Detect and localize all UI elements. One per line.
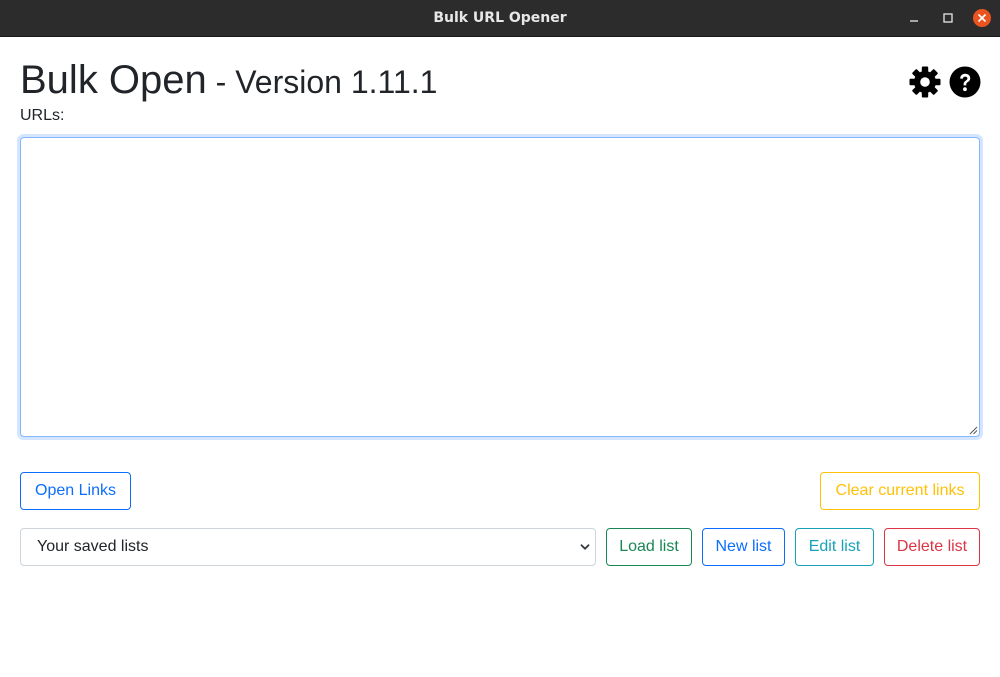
clear-links-button[interactable]: Clear current links — [820, 472, 980, 510]
load-list-button[interactable]: Load list — [606, 528, 692, 566]
question-circle-icon — [949, 66, 981, 98]
resize-grip-icon[interactable] — [968, 425, 978, 435]
version-label: Version 1.11.1 — [235, 64, 438, 100]
close-button[interactable] — [973, 9, 991, 27]
maximize-button[interactable] — [939, 9, 957, 27]
settings-button[interactable] — [909, 66, 941, 98]
open-links-button[interactable]: Open Links — [20, 472, 131, 510]
new-list-button[interactable]: New list — [702, 528, 785, 566]
window-titlebar[interactable]: Bulk URL Opener — [0, 0, 1000, 37]
minimize-icon — [910, 20, 918, 22]
saved-lists-selected: Your saved lists — [37, 538, 149, 555]
title-separator: - — [206, 64, 236, 100]
saved-lists-select[interactable]: Your saved lists — [20, 528, 596, 566]
help-button[interactable] — [949, 66, 981, 98]
delete-list-button[interactable]: Delete list — [884, 528, 980, 566]
edit-list-button[interactable]: Edit list — [795, 528, 874, 566]
urls-label: URLs: — [20, 107, 65, 124]
page-title: Bulk Open - Version 1.11.1 — [20, 58, 437, 104]
urls-textarea[interactable] — [20, 137, 980, 437]
gear-icon — [909, 66, 941, 98]
minimize-button[interactable] — [905, 9, 923, 27]
chevron-down-icon — [580, 544, 590, 550]
window-title: Bulk URL Opener — [433, 10, 567, 26]
close-icon — [977, 13, 987, 23]
maximize-icon — [943, 13, 953, 23]
app-name: Bulk Open — [20, 58, 207, 102]
